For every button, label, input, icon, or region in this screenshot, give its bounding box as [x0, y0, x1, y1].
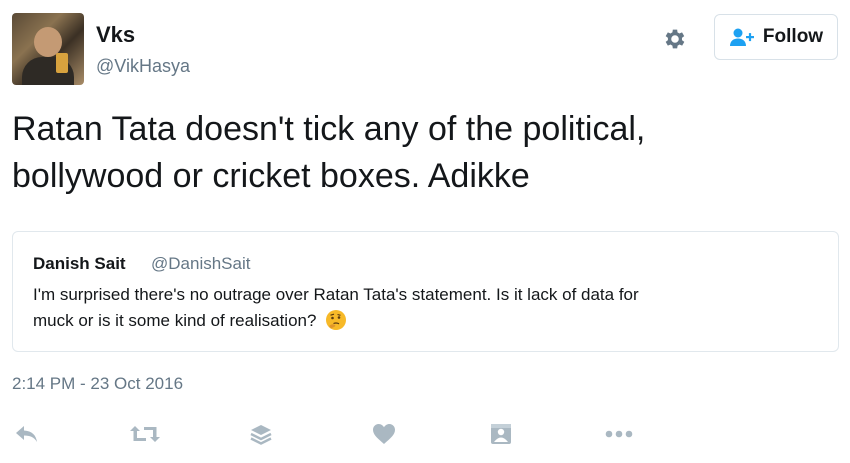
gear-icon — [665, 29, 685, 49]
reply-icon — [16, 426, 37, 442]
layers-button[interactable] — [244, 419, 278, 449]
tweet-text-line: Ratan Tata doesn't tick any of the polit… — [12, 110, 646, 148]
reply-button[interactable] — [10, 419, 44, 449]
follow-button[interactable]: Follow — [714, 14, 838, 60]
action-bar — [0, 415, 850, 455]
quoted-tweet-text-line: muck or is it some kind of realisation? — [33, 308, 823, 334]
more-button[interactable] — [602, 419, 636, 449]
more-icon — [605, 430, 633, 438]
thinking-face-icon — [326, 310, 347, 330]
layers-icon — [250, 425, 272, 445]
tweet-text: Ratan Tata doesn't tick any of the polit… — [12, 106, 812, 200]
settings-button[interactable] — [658, 22, 692, 56]
follow-label: Follow — [762, 26, 824, 47]
retweet-icon — [130, 426, 160, 442]
moments-icon — [491, 424, 511, 444]
user-handle[interactable]: @VikHasya — [96, 56, 190, 77]
retweet-button[interactable] — [128, 419, 162, 449]
quoted-tweet-author: Danish Sait — [33, 254, 126, 273]
quoted-tweet-text-line2: muck or is it some kind of realisation? — [33, 311, 317, 330]
quoted-tweet-handle: @DanishSait — [151, 254, 251, 273]
add-user-icon — [729, 28, 754, 46]
quoted-tweet-text-line: I'm surprised there's no outrage over Ra… — [33, 285, 639, 304]
tweet-timestamp[interactable]: 2:14 PM - 23 Oct 2016 — [12, 374, 183, 394]
heart-icon — [373, 424, 395, 444]
avatar[interactable] — [12, 13, 84, 85]
quoted-tweet-text: I'm surprised there's no outrage over Ra… — [33, 282, 823, 334]
quoted-tweet[interactable]: Danish Sait @DanishSait I'm surprised th… — [12, 231, 839, 352]
tweet-text-line: bollywood or cricket boxes. Adikke — [12, 157, 530, 195]
moments-button[interactable] — [484, 419, 518, 449]
user-name[interactable]: Vks — [96, 22, 135, 48]
like-button[interactable] — [367, 419, 401, 449]
avatar-glass-shape — [56, 53, 68, 73]
